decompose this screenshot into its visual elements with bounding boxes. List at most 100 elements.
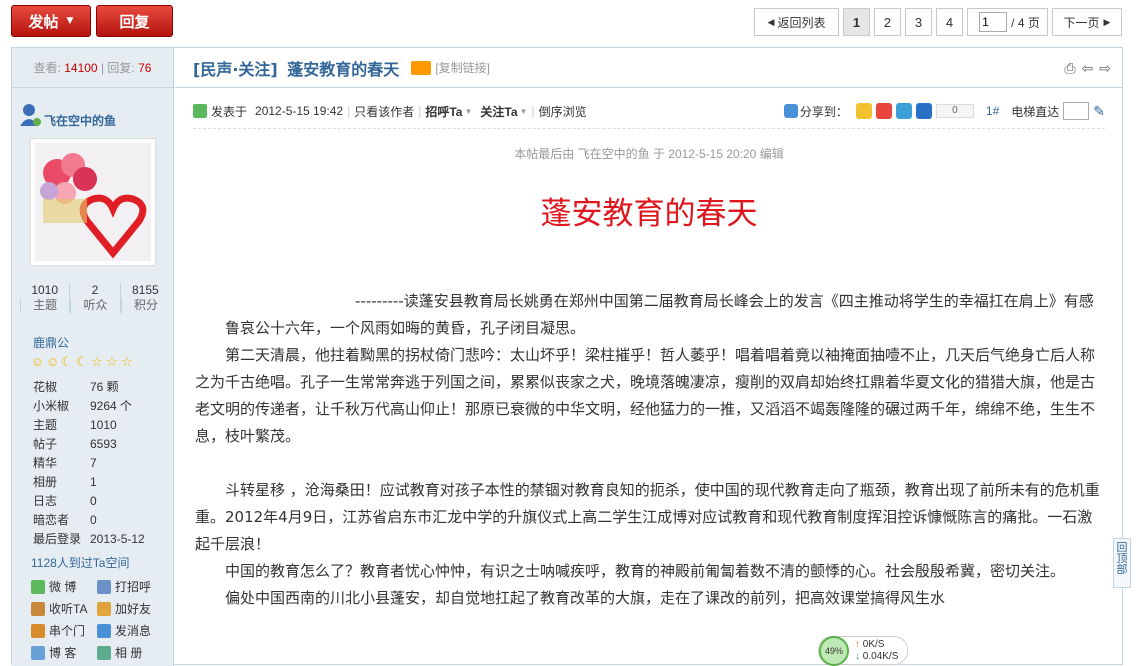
- thread-tag[interactable]: [民声·关注]: [193, 60, 278, 79]
- reply-button[interactable]: 回复: [96, 5, 173, 37]
- listen-link[interactable]: 收听TA: [31, 600, 97, 617]
- next-thread-icon[interactable]: ⇨: [1099, 60, 1111, 77]
- edit-notice: 本帖最后由 飞在空中的鱼 于 2012-5-15 20:20 编辑: [514, 147, 784, 161]
- copy-link-button[interactable]: [复制链接]: [435, 59, 490, 76]
- author-counts: 1010 主题 2 听众 8155 积分: [20, 283, 170, 313]
- prev-thread-icon[interactable]: ⇦: [1082, 60, 1094, 77]
- post-paragraph: 第二天清晨，他拄着黝黑的拐杖倚门悲吟：太山坏乎！梁柱摧乎！哲人萎乎！唱着唱着竟以…: [195, 346, 1096, 445]
- pengyou-icon[interactable]: [895, 103, 912, 119]
- info-row: 相册 1: [33, 473, 173, 492]
- back-to-top-button[interactable]: 回顶部: [1113, 538, 1131, 588]
- author-info: 花椒 76 颗 小米椒 9264 个 主题 1010 帖子 6593 精华 7 相册 1 日…: [33, 378, 173, 549]
- author-name-link[interactable]: 飞在空中的鱼: [44, 112, 116, 129]
- follow-dropdown[interactable]: 关注Ta: [480, 103, 517, 120]
- next-page-button[interactable]: 下一页 ▶: [1052, 8, 1122, 36]
- home-icon: [31, 623, 45, 638]
- elevator-input[interactable]: [1063, 102, 1090, 120]
- info-value: 0: [90, 513, 97, 527]
- chevron-down-icon: ▼: [519, 106, 528, 116]
- message-link[interactable]: 发消息: [97, 622, 163, 639]
- post-time: 2012-5-15 19:42: [255, 104, 344, 118]
- count-label: 听众: [70, 298, 119, 313]
- info-key: 精华: [33, 456, 58, 470]
- post-paragraph: 中国的教育怎么了？教育者忧心忡忡，有识之士呐喊疾呼，教育的神殿前匍匐着数不清的颤…: [225, 562, 1066, 580]
- page-3-button[interactable]: 3: [905, 8, 932, 36]
- thread-tools: ⎙ ⇦ ⇨: [1064, 60, 1111, 77]
- rank-stars: ☺ ☺ ☾ ☾ ☆ ☆ ☆: [31, 355, 136, 369]
- post-button-label: 发帖: [28, 12, 59, 31]
- page-jump: / 4 页: [967, 8, 1048, 36]
- info-key: 暗恋者: [33, 513, 70, 527]
- visit-link[interactable]: 串个门: [31, 622, 97, 639]
- chevron-left-icon: ◀: [767, 16, 775, 27]
- moon-icon: ☾: [61, 354, 73, 369]
- count-topics[interactable]: 1010 主题: [20, 283, 69, 313]
- renren-icon[interactable]: [915, 103, 932, 119]
- only-author-link[interactable]: 只看该作者: [354, 103, 414, 120]
- listen-icon: [31, 601, 45, 616]
- info-key: 花椒: [33, 380, 58, 394]
- info-value: 6593: [90, 437, 117, 451]
- floor-number: 1#: [985, 104, 1000, 118]
- count-listeners[interactable]: 2 听众: [69, 283, 119, 313]
- info-key: 相册: [33, 475, 58, 489]
- album-link[interactable]: 相 册: [97, 644, 163, 661]
- info-key: 最后登录: [33, 532, 82, 546]
- page-1-button[interactable]: 1: [843, 8, 870, 36]
- post-divider: [193, 128, 1105, 129]
- post-main: [民声·关注] 蓬安教育的春天 [复制链接] ⎙ ⇦ ⇨ 发表于 2012-5-…: [175, 48, 1123, 666]
- author: 飞在空中的鱼: [18, 100, 116, 129]
- blog-icon: [31, 645, 45, 660]
- star-icon: ☆: [121, 354, 133, 369]
- page-total: / 4 页: [1011, 15, 1040, 30]
- weibo-share-icon[interactable]: [875, 103, 892, 119]
- elevator-label: 电梯直达: [1011, 104, 1060, 119]
- posted-label: 发表于: [211, 104, 248, 119]
- avatar[interactable]: [30, 138, 156, 266]
- info-key: 帖子: [33, 437, 58, 451]
- greet-link[interactable]: 打招呼: [97, 578, 163, 595]
- info-key: 小米椒: [33, 399, 70, 413]
- download-speed: 0.04K/S: [862, 650, 899, 662]
- wrench-icon[interactable]: ✎: [1093, 103, 1105, 120]
- post-title: 蓬安教育的春天: [540, 196, 758, 232]
- info-value: 1010: [90, 418, 117, 432]
- count-points[interactable]: 8155 积分: [119, 283, 170, 313]
- thread-frame: 查看: 14100 | 回复: 76 飞在空中的鱼 1010 主题 2 听众 8…: [11, 47, 1123, 666]
- network-monitor-widget[interactable]: 49% ↑ 0K/S ↓ 0.04K/S: [818, 635, 908, 666]
- page-4-button[interactable]: 4: [936, 8, 963, 36]
- views-count: 14100: [64, 61, 98, 75]
- page-input[interactable]: [979, 12, 1008, 32]
- weibo-icon: [31, 579, 45, 594]
- star-icon: ☆: [91, 354, 103, 369]
- weibo-link[interactable]: 微 博: [31, 578, 97, 595]
- thread-title: [民声·关注] 蓬安教育的春天: [193, 56, 399, 80]
- qzone-icon[interactable]: [855, 103, 872, 119]
- back-to-list-button[interactable]: ◀ 返回列表: [754, 8, 839, 36]
- next-page-label: 下一页: [1063, 15, 1100, 30]
- greet-dropdown[interactable]: 招呼Ta: [425, 103, 462, 120]
- avatar-image: [35, 143, 151, 261]
- thread-header: [民声·关注] 蓬安教育的春天 [复制链接] ⎙ ⇦ ⇨: [175, 48, 1123, 88]
- space-visitors-link[interactable]: 1128人到过Ta空间: [31, 554, 129, 571]
- post-button[interactable]: 发帖 ▼: [11, 5, 91, 37]
- speed-readout: ↑ 0K/S ↓ 0.04K/S: [855, 639, 898, 663]
- print-icon[interactable]: ⎙: [1064, 60, 1075, 77]
- chevron-down-icon: ▼: [66, 16, 74, 26]
- share-label: 分享到：: [799, 104, 848, 119]
- info-row: 主题 1010: [33, 416, 173, 435]
- album-icon: [97, 645, 111, 660]
- reverse-order-link[interactable]: 倒序浏览: [539, 103, 587, 120]
- download-arrow-icon: ↓: [855, 650, 860, 662]
- info-value: 0: [90, 494, 97, 508]
- info-key: 主题: [33, 418, 58, 432]
- info-row: 小米椒 9264 个: [33, 397, 173, 416]
- info-value: 76 颗: [90, 380, 119, 394]
- blog-link[interactable]: 博 客: [31, 644, 97, 661]
- author-sidebar: 查看: 14100 | 回复: 76 飞在空中的鱼 1010 主题 2 听众 8…: [12, 48, 174, 666]
- info-value: 9264 个: [90, 399, 133, 413]
- add-friend-link[interactable]: 加好友: [97, 600, 163, 617]
- user-rank[interactable]: 鹿鼎公: [33, 334, 69, 351]
- action-label: 打招呼: [115, 580, 152, 594]
- page-2-button[interactable]: 2: [874, 8, 901, 36]
